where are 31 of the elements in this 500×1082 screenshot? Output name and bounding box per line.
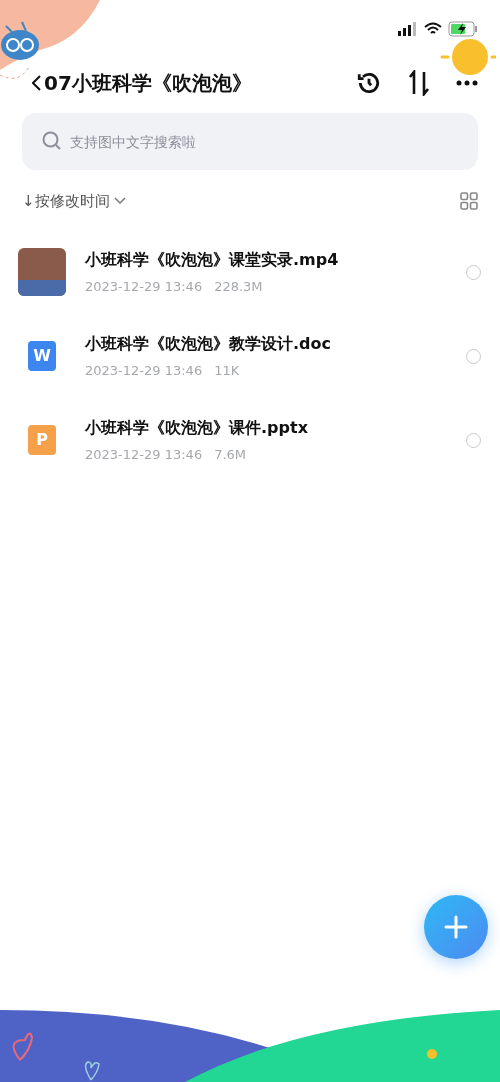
file-size: 11K (214, 361, 240, 380)
file-name: 小班科学《吹泡泡》教学设计.doc (85, 332, 332, 355)
wifi-icon (424, 22, 442, 36)
more-icon[interactable] (456, 80, 478, 86)
file-date: 2023-12-29 13:46 (85, 277, 203, 296)
signal-icon (398, 22, 418, 36)
battery-icon (448, 21, 478, 37)
chevron-down-icon (113, 197, 126, 205)
sort-icon[interactable] (408, 70, 430, 96)
history-icon[interactable] (356, 70, 382, 96)
sun-decoration-drawing (440, 37, 496, 75)
video-thumbnail (18, 248, 66, 296)
presentation-icon: P (28, 425, 56, 455)
file-date: 2023-12-29 13:46 (85, 445, 203, 464)
search-icon (42, 131, 62, 151)
add-button[interactable] (424, 895, 488, 959)
file-date: 2023-12-29 13:46 (85, 361, 203, 380)
file-row[interactable]: W 小班科学《吹泡泡》教学设计.doc 2023-12-29 13:46 11K (0, 314, 500, 398)
grid-view-icon[interactable] (460, 192, 478, 210)
back-icon[interactable] (32, 75, 41, 91)
document-icon: W (28, 341, 56, 371)
file-name: 小班科学《吹泡泡》课件.pptx (85, 416, 309, 439)
folder-title: 07小班科学《吹泡泡》 (44, 70, 252, 97)
file-row[interactable]: 小班科学《吹泡泡》课堂实录.mp4 2023-12-29 13:46 228.3M (0, 230, 500, 314)
file-name: 小班科学《吹泡泡》课堂实录.mp4 (85, 248, 340, 271)
plus-icon (444, 915, 468, 939)
sort-dropdown[interactable]: ↓按修改时间 (22, 189, 126, 213)
search-field[interactable]: 支持图中文字搜索啦 (22, 113, 478, 170)
file-size: 7.6M (214, 445, 247, 464)
file-row[interactable]: P 小班科学《吹泡泡》课件.pptx 2023-12-29 13:46 7.6M (0, 398, 500, 482)
file-size: 228.3M (214, 277, 263, 296)
